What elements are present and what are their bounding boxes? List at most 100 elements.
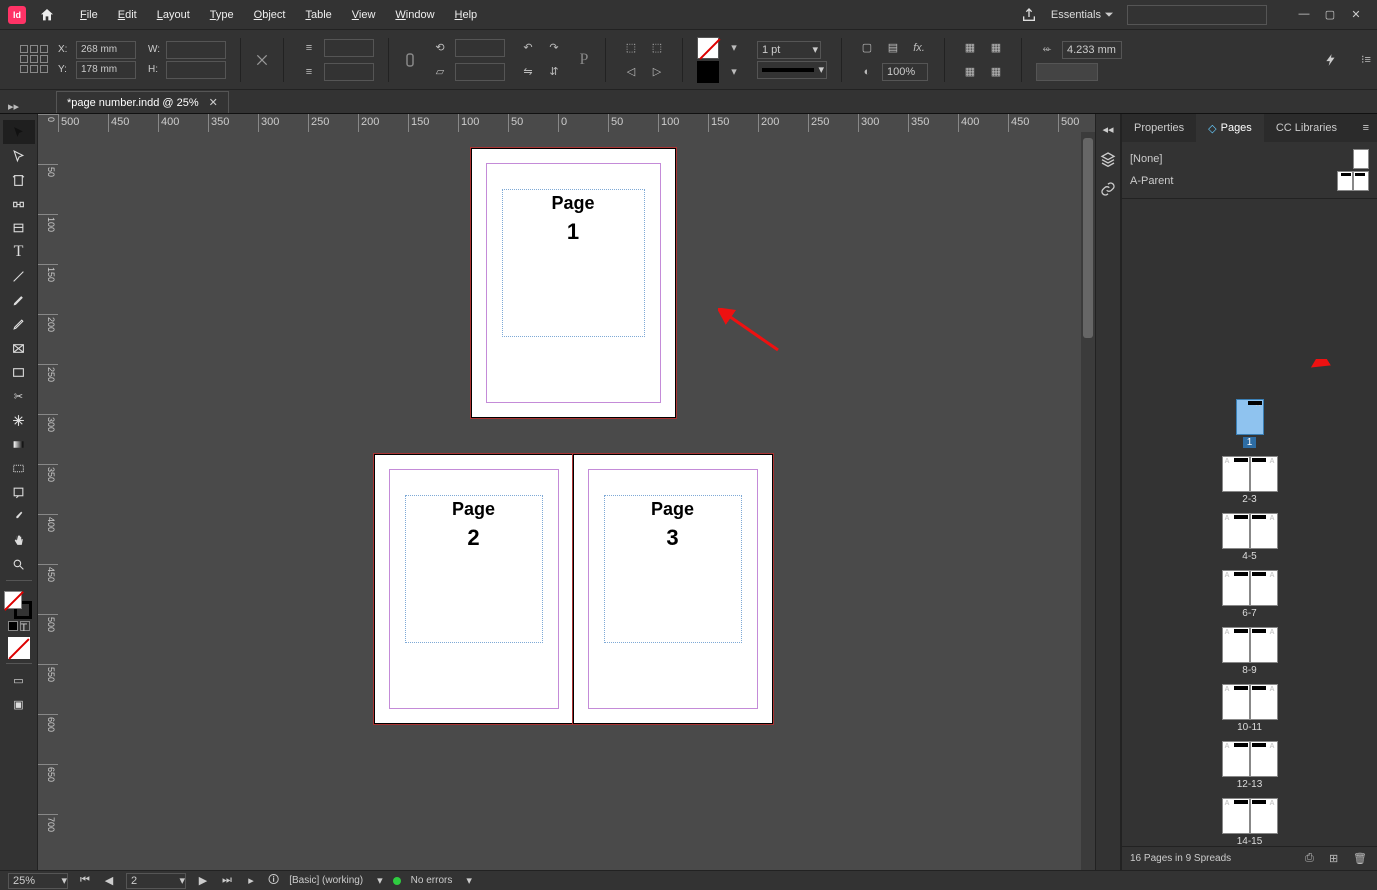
home-icon[interactable] (38, 6, 56, 24)
view-mode-normal-icon[interactable]: ▭ (3, 668, 35, 692)
view-mode-preview-icon[interactable]: ▣ (3, 692, 35, 716)
shear-select[interactable] (455, 63, 505, 81)
fill-swatch[interactable] (697, 37, 719, 59)
select-container-icon[interactable]: ⬚ (620, 37, 642, 59)
pages-list[interactable]: A1AA2-3AA4-5AA6-7AA8-9AA10-11AA12-13AA14… (1122, 359, 1377, 846)
fill-color-swatch[interactable] (4, 591, 22, 609)
menu-file[interactable]: File (70, 0, 108, 30)
page-3[interactable]: Page 3 (573, 454, 773, 724)
prev-spread-button[interactable]: ◀ (102, 874, 116, 887)
page-tool-icon[interactable] (3, 168, 35, 192)
workspace-switcher[interactable]: Essentials (1051, 9, 1113, 21)
tab-cc-libraries[interactable]: CC Libraries (1264, 114, 1349, 142)
pen-tool-icon[interactable] (3, 288, 35, 312)
corner-options-icon[interactable]: ⬰ (1036, 39, 1058, 61)
page-thumb-8-9[interactable]: AA8-9 (1222, 627, 1278, 676)
delete-page-icon[interactable]: 🗑 (1353, 852, 1369, 865)
page-1[interactable]: Page 1 (471, 148, 676, 418)
close-tab-icon[interactable]: ✕ (209, 96, 218, 109)
page-navigation-input[interactable]: 2▾ (126, 873, 186, 889)
menu-help[interactable]: Help (445, 0, 488, 30)
next-spread-button[interactable]: ▶ (196, 874, 210, 887)
effects-fx-icon[interactable]: fx. (908, 37, 930, 59)
h-input[interactable] (166, 61, 226, 79)
fill-dropdown-icon[interactable]: ▾ (723, 37, 745, 59)
menu-table[interactable]: Table (295, 0, 341, 30)
selection-tool-icon[interactable] (3, 120, 35, 144)
zoom-tool-icon[interactable] (3, 552, 35, 576)
search-input[interactable] (1127, 5, 1267, 25)
text-wrap-icon[interactable]: ▤ (882, 37, 904, 59)
page-thumb-10-11[interactable]: AA10-11 (1222, 684, 1278, 733)
fit-content-icon[interactable]: ▦ (959, 37, 981, 59)
w-input[interactable] (166, 41, 226, 59)
zoom-level-select[interactable]: 25%▾ (8, 873, 68, 889)
scale-lock-icon[interactable] (251, 49, 273, 71)
control-menu-icon[interactable]: ⁝≡ (1355, 49, 1377, 71)
note-tool-icon[interactable] (3, 480, 35, 504)
gradient-swatch-tool-icon[interactable] (3, 432, 35, 456)
y-input[interactable] (76, 61, 136, 79)
preflight-profile-icon[interactable]: 🛈 (268, 871, 279, 890)
stroke-style-select[interactable]: ▾ (757, 61, 827, 79)
scissors-tool-icon[interactable]: ✂ (3, 384, 35, 408)
new-page-icon[interactable]: ⊞ (1329, 852, 1345, 865)
align-bottom-icon[interactable]: ≡ (298, 61, 320, 83)
center-content-icon[interactable]: ▦ (985, 61, 1007, 83)
gradient-feather-tool-icon[interactable] (3, 456, 35, 480)
page-thumb-6-7[interactable]: AA6-7 (1222, 570, 1278, 619)
preflight-status-icon[interactable] (393, 877, 401, 885)
window-close-button[interactable]: ✕ (1343, 8, 1369, 21)
select-content-icon[interactable]: ⬚ (646, 37, 668, 59)
menu-view[interactable]: View (342, 0, 386, 30)
tab-properties[interactable]: Properties (1122, 114, 1196, 142)
color-mode-buttons[interactable]: T (8, 621, 30, 631)
scale-x-select[interactable] (324, 39, 374, 57)
x-input[interactable] (76, 41, 136, 59)
tab-pages[interactable]: ◇Pages (1196, 114, 1264, 142)
gap-tool-icon[interactable] (3, 192, 35, 216)
rotate-select[interactable] (455, 39, 505, 57)
opacity-icon[interactable]: ◐ (856, 61, 878, 83)
menu-object[interactable]: Object (244, 0, 296, 30)
document-viewport[interactable]: Page 1 Page 2 Page 3 (58, 132, 1095, 870)
open-nav-icon[interactable]: ▸ (244, 874, 258, 887)
scale-y-select[interactable] (324, 63, 374, 81)
window-maximize-button[interactable]: ▢ (1317, 8, 1343, 21)
links-panel-icon[interactable] (1099, 180, 1117, 198)
corner-size-input[interactable]: 4.233 mm (1062, 41, 1122, 59)
link-icon[interactable] (399, 49, 421, 71)
last-spread-button[interactable]: ⏭ (220, 874, 234, 887)
stroke-dropdown-icon[interactable]: ▾ (723, 61, 745, 83)
eyedropper-tool-icon[interactable] (3, 504, 35, 528)
page-thumb-1[interactable]: A1 (1236, 399, 1264, 448)
rectangle-frame-tool-icon[interactable] (3, 336, 35, 360)
page-thumb-14-15[interactable]: AA14-15 (1222, 798, 1278, 846)
expand-panels-icon[interactable]: ◂◂ (1099, 120, 1117, 138)
flip-h-icon[interactable]: ⇋ (517, 61, 539, 83)
vertical-scrollbar[interactable] (1081, 132, 1095, 870)
opacity-input[interactable]: 100% (882, 63, 928, 81)
line-tool-icon[interactable] (3, 264, 35, 288)
reference-point-grid[interactable] (20, 45, 50, 75)
flip-v-icon[interactable]: ⇵ (543, 61, 565, 83)
fit-frame-icon[interactable]: ▦ (985, 37, 1007, 59)
select-next-icon[interactable]: ▷ (646, 61, 668, 83)
rectangle-tool-icon[interactable] (3, 360, 35, 384)
menu-type[interactable]: Type (200, 0, 244, 30)
select-prev-icon[interactable]: ◁ (620, 61, 642, 83)
auto-fit-icon[interactable]: ▦ (959, 61, 981, 83)
stroke-weight-input[interactable]: 1 pt▾ (757, 41, 821, 59)
edit-page-size-icon[interactable]: ⎙ (1305, 852, 1321, 865)
panel-menu-icon[interactable]: ≡ (1355, 122, 1377, 134)
expand-toolbox-icon[interactable]: ▸▸ (8, 100, 19, 113)
object-style-select[interactable] (1036, 63, 1098, 81)
type-tool-icon[interactable]: T (3, 240, 35, 264)
layers-panel-icon[interactable] (1099, 150, 1117, 168)
apply-none-icon[interactable] (8, 637, 30, 659)
hand-tool-icon[interactable] (3, 528, 35, 552)
parent-none[interactable]: [None] (1130, 148, 1369, 170)
rotate-icon[interactable]: ⟲ (429, 37, 451, 59)
align-left-icon[interactable]: ≡ (298, 37, 320, 59)
share-icon[interactable] (1021, 7, 1037, 23)
